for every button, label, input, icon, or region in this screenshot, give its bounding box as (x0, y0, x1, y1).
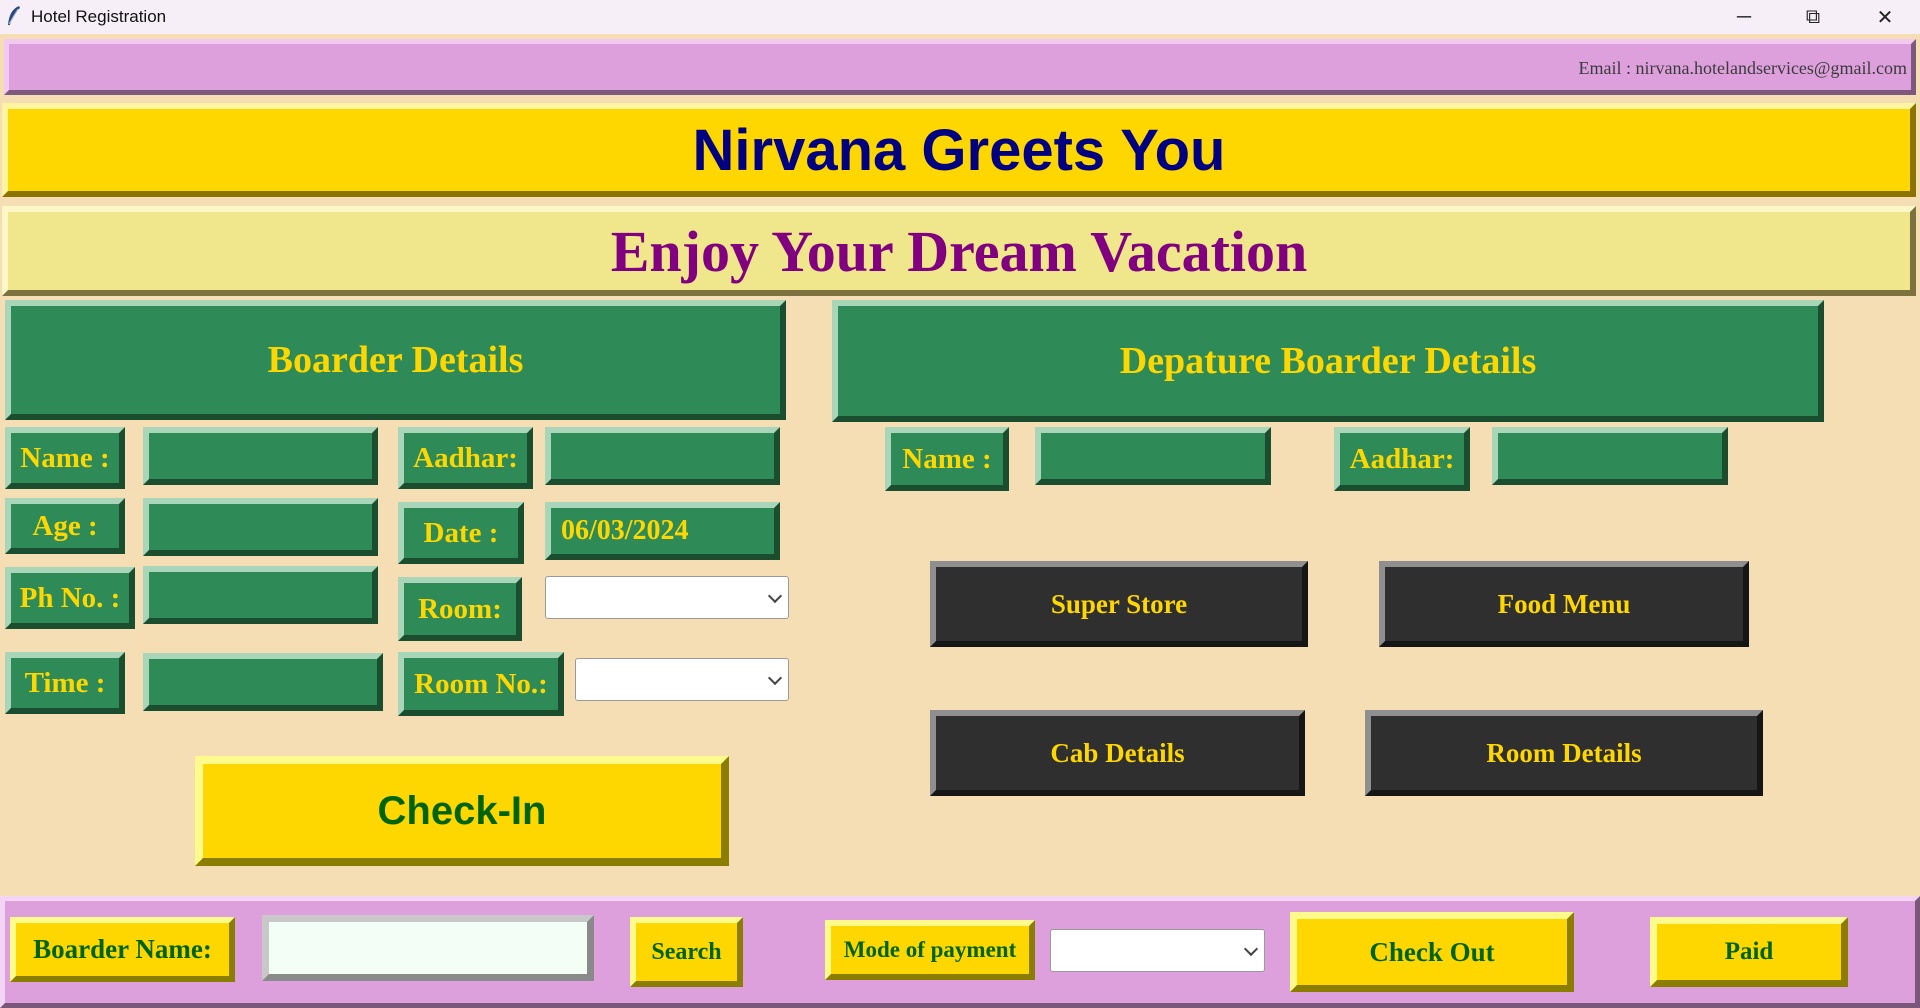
room-no-select[interactable] (575, 658, 789, 701)
departure-aadhar-input[interactable] (1492, 427, 1728, 485)
restore-icon: ⧉ (1805, 5, 1821, 28)
departure-name-input[interactable] (1035, 427, 1271, 485)
chevron-down-icon (767, 670, 783, 685)
boarder-details-header: Boarder Details (5, 300, 786, 420)
boarder-name-label: Boarder Name: (10, 917, 235, 982)
age-input[interactable] (143, 498, 378, 556)
window-title: Hotel Registration (31, 7, 167, 26)
date-label: Date : (398, 502, 524, 564)
close-button[interactable]: ✕ (1850, 0, 1920, 34)
paid-button[interactable]: Paid (1650, 917, 1848, 987)
departure-details-title: Depature Boarder Details (1119, 340, 1537, 382)
departure-details-header: Depature Boarder Details (832, 300, 1824, 422)
close-icon: ✕ (1876, 6, 1894, 29)
tagline-title: Enjoy Your Dream Vacation (610, 218, 1308, 284)
chevron-down-icon (1243, 941, 1259, 956)
room-label: Room: (398, 577, 522, 641)
date-input[interactable]: 06/03/2024 (545, 502, 780, 560)
name-label: Name : (5, 427, 125, 489)
aadhar-label: Aadhar: (398, 427, 533, 489)
check-out-button[interactable]: Check Out (1290, 912, 1574, 992)
name-input[interactable] (143, 427, 378, 485)
minimize-button[interactable]: ─ (1709, 0, 1779, 34)
minimize-icon: ─ (1736, 5, 1752, 28)
greeting-banner: Nirvana Greets You (2, 103, 1916, 197)
room-no-label: Room No.: (398, 652, 564, 716)
time-input[interactable] (143, 653, 383, 711)
restore-button[interactable]: ⧉ (1778, 0, 1848, 34)
search-button[interactable]: Search (630, 917, 743, 987)
time-label: Time : (5, 652, 125, 714)
payment-mode-label: Mode of payment (825, 920, 1035, 980)
chevron-down-icon (767, 588, 783, 603)
greeting-title: Nirvana Greets You (692, 117, 1226, 183)
boarder-name-input[interactable] (262, 915, 594, 981)
check-in-button[interactable]: Check-In (195, 756, 729, 866)
payment-mode-select[interactable] (1050, 929, 1265, 972)
email-bar: Email : nirvana.hotelandservices@gmail.c… (4, 39, 1916, 95)
phone-input[interactable] (143, 566, 378, 624)
room-select[interactable] (545, 576, 789, 619)
super-store-button[interactable]: Super Store (930, 561, 1308, 647)
food-menu-button[interactable]: Food Menu (1379, 561, 1749, 647)
email-label: Email : nirvana.hotelandservices@gmail.c… (1578, 58, 1907, 78)
feather-icon (8, 6, 20, 25)
tagline-banner: Enjoy Your Dream Vacation (2, 206, 1916, 296)
departure-name-label: Name : (885, 427, 1009, 491)
aadhar-input[interactable] (545, 427, 780, 485)
boarder-details-title: Boarder Details (267, 339, 524, 381)
phone-label: Ph No. : (5, 567, 135, 629)
age-label: Age : (5, 498, 125, 554)
window-title-bar: Hotel Registration ─ ⧉ ✕ (0, 0, 1920, 34)
room-details-button[interactable]: Room Details (1365, 710, 1763, 796)
departure-aadhar-label: Aadhar: (1334, 427, 1470, 491)
cab-details-button[interactable]: Cab Details (930, 710, 1305, 796)
